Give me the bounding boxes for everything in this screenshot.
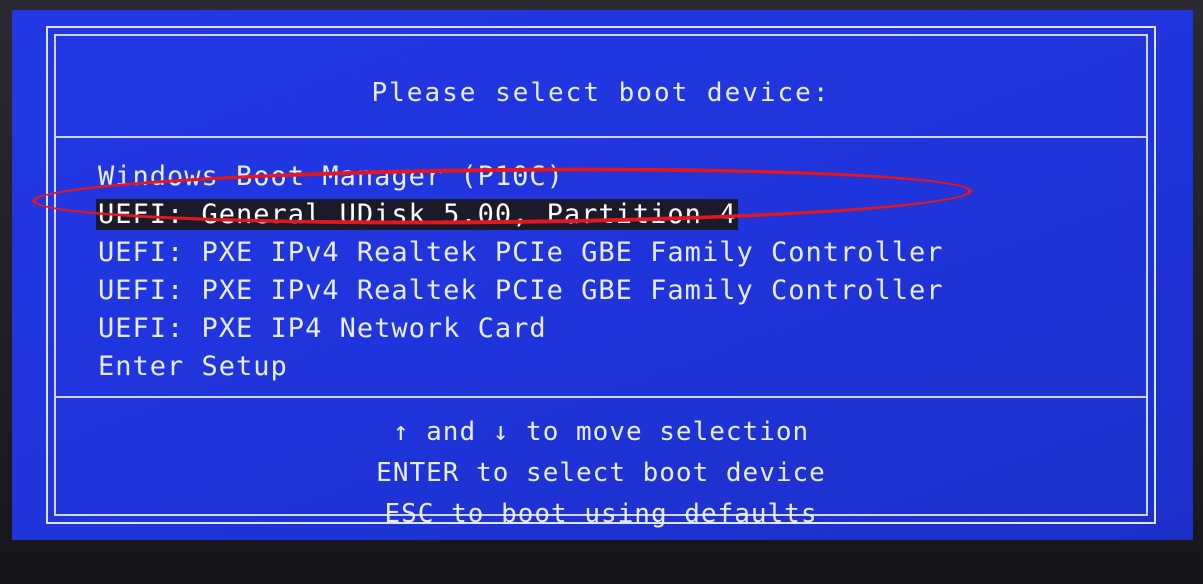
boot-option-uefi-pxe-realtek-2[interactable]: UEFI: PXE IPv4 Realtek PCIe GBE Family C… xyxy=(96,272,946,310)
boot-option-windows-boot-manager[interactable]: Windows Boot Manager (P10C) xyxy=(96,158,946,196)
bios-screen: Please select boot device: Windows Boot … xyxy=(12,10,1193,540)
help-esc-defaults: ESC to boot using defaults xyxy=(384,499,818,529)
help-enter-select: ENTER to select boot device xyxy=(376,458,826,488)
boot-option-label: UEFI: PXE IPv4 Realtek PCIe GBE Family C… xyxy=(98,237,944,268)
boot-option-uefi-pxe-network-card[interactable]: UEFI: PXE IP4 Network Card xyxy=(96,310,946,348)
boot-device-list: Windows Boot Manager (P10C) UEFI: Genera… xyxy=(96,158,946,386)
boot-option-label: UEFI: PXE IPv4 Realtek PCIe GBE Family C… xyxy=(98,275,944,306)
boot-menu-frame: Please select boot device: Windows Boot … xyxy=(54,34,1148,529)
help-divider xyxy=(56,396,1146,398)
boot-menu-title: Please select boot device: xyxy=(371,78,831,108)
help-move-selection: ↑ and ↓ to move selection xyxy=(392,417,810,447)
boot-option-uefi-general-udisk[interactable]: UEFI: General UDisk 5.00, Partition 4 xyxy=(96,196,946,234)
title-divider xyxy=(56,136,1146,138)
boot-option-label: UEFI: PXE IP4 Network Card xyxy=(98,313,547,344)
boot-option-uefi-pxe-realtek-1[interactable]: UEFI: PXE IPv4 Realtek PCIe GBE Family C… xyxy=(96,234,946,272)
boot-option-enter-setup[interactable]: Enter Setup xyxy=(96,348,946,386)
boot-option-label: Enter Setup xyxy=(98,351,288,382)
boot-menu-panel: Please select boot device: Windows Boot … xyxy=(46,26,1156,529)
boot-option-label: Windows Boot Manager (P10C) xyxy=(98,161,564,192)
boot-option-label: UEFI: General UDisk 5.00, Partition 4 xyxy=(96,199,739,230)
help-text: ↑ and ↓ to move selection ENTER to selec… xyxy=(56,412,1146,535)
